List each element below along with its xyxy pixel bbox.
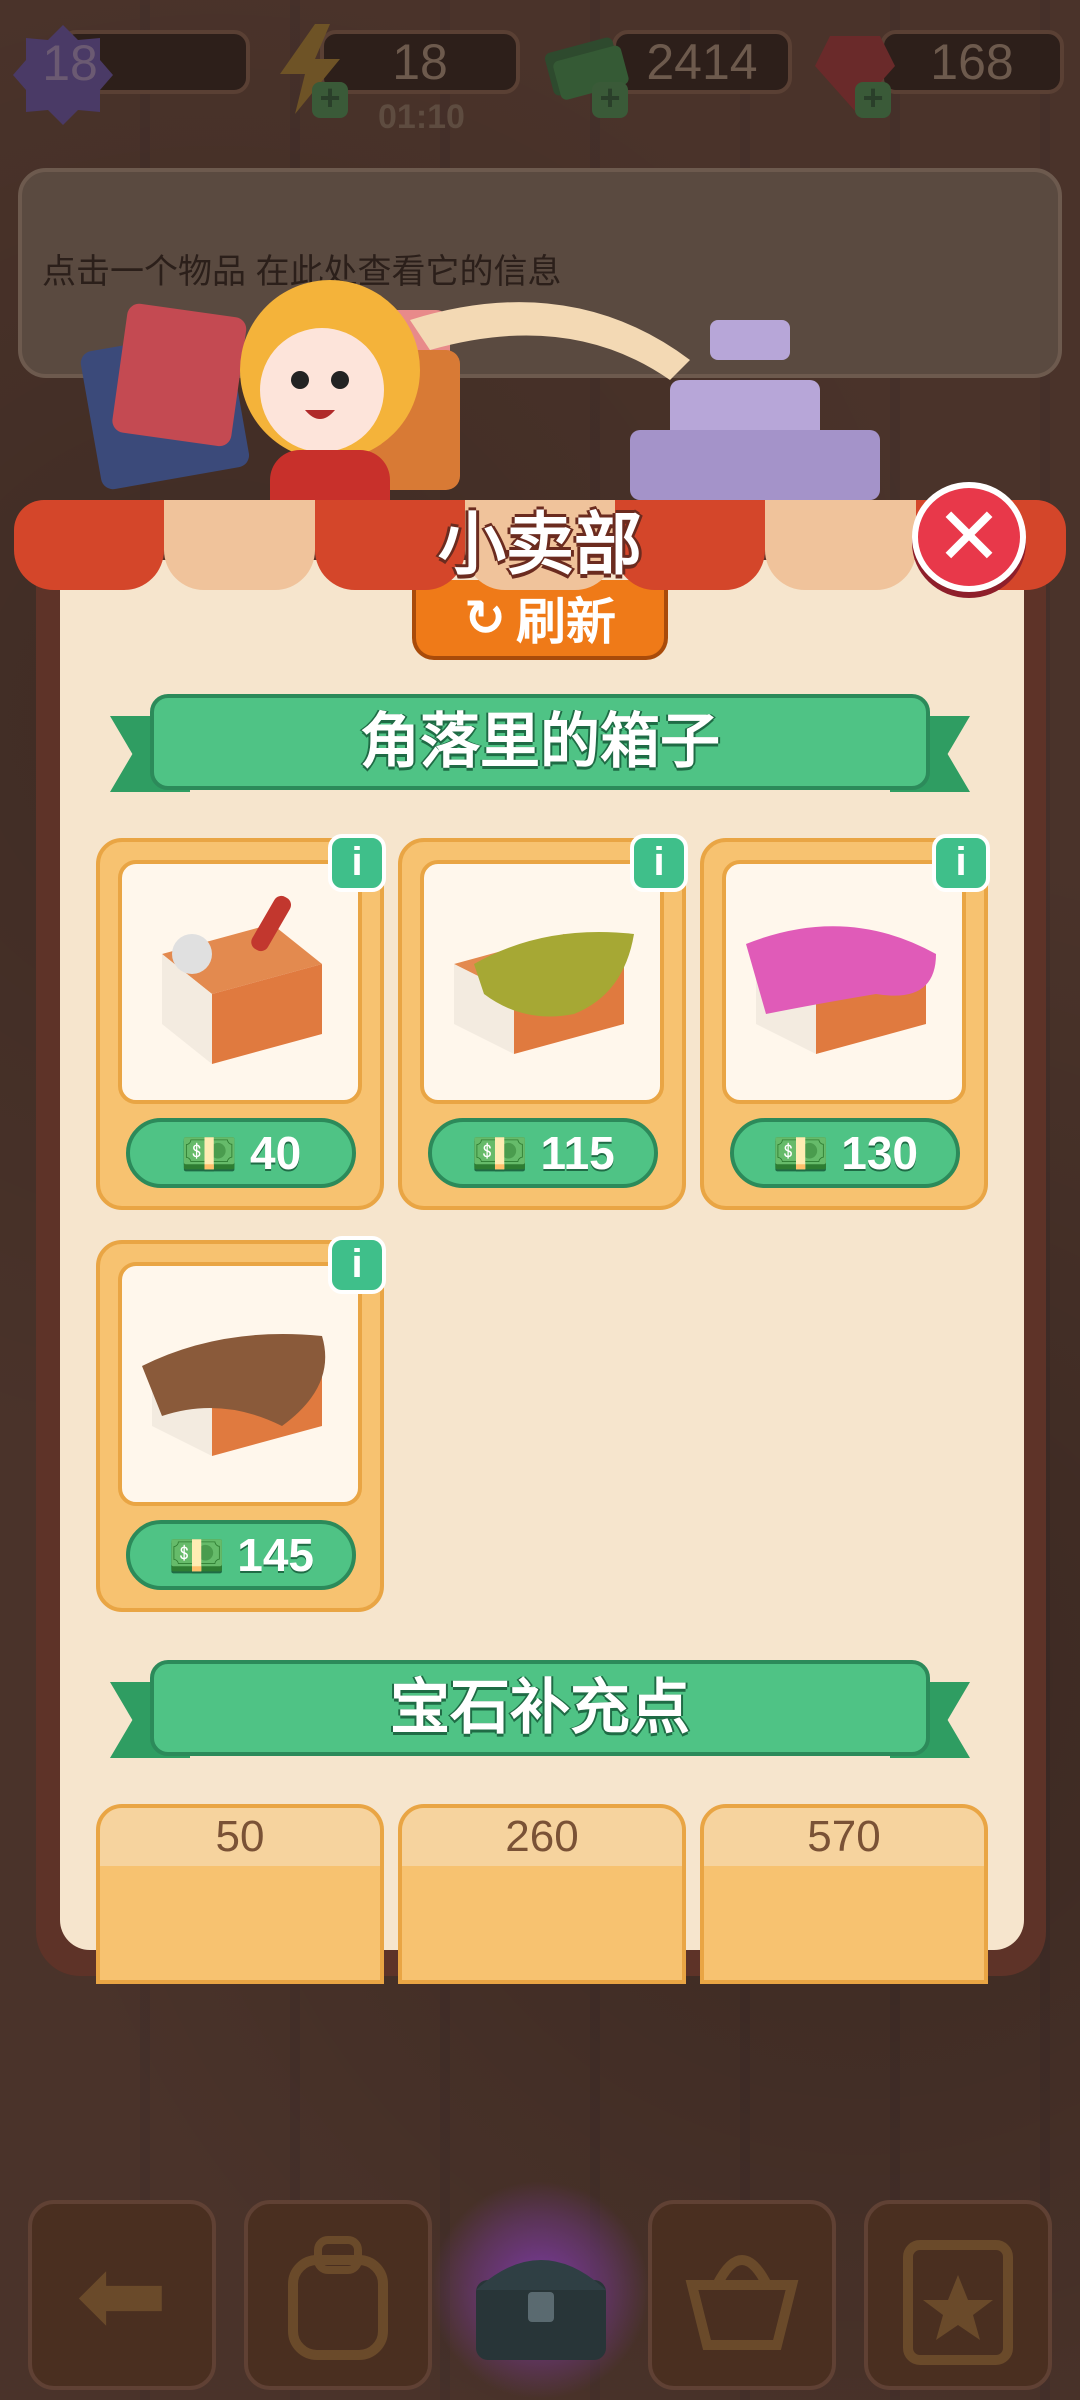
shop-basket-button[interactable]	[648, 2200, 836, 2390]
item-price: 130	[841, 1127, 919, 1179]
back-button[interactable]: ⬅	[28, 2200, 216, 2390]
shop-item-card[interactable]: 💵 145 i	[96, 1236, 386, 1612]
basket-icon	[685, 2255, 799, 2350]
cash-icon: 💵	[471, 1126, 529, 1179]
gem-pack-card[interactable]: 570	[700, 1804, 988, 1984]
refresh-button[interactable]: ↻ 刷新	[412, 580, 668, 660]
gem-pack-amount: 50	[100, 1808, 380, 1866]
shop-item-card[interactable]: 💵 130 i	[700, 834, 990, 1210]
close-icon: ✕	[935, 492, 1003, 581]
pink-cloth-box-icon	[722, 860, 966, 1104]
cash-counter[interactable]: 2414	[612, 30, 792, 94]
item-price-button[interactable]: 💵 40	[126, 1118, 356, 1188]
shopkeeper-illustration	[80, 280, 880, 530]
gem-pack-amount: 260	[402, 1808, 682, 1866]
refresh-icon: ↻	[464, 590, 506, 646]
item-price-button[interactable]: 💵 130	[730, 1118, 960, 1188]
item-price: 115	[540, 1127, 615, 1179]
item-price: 40	[250, 1127, 302, 1179]
item-price: 145	[237, 1529, 315, 1581]
info-icon[interactable]: i	[328, 1236, 386, 1294]
shop-item-card[interactable]: 💵 115 i	[398, 834, 688, 1210]
backpack-icon	[288, 2236, 388, 2360]
gem-pack-card[interactable]: 260	[398, 1804, 686, 1984]
info-icon[interactable]: i	[932, 834, 990, 892]
section-title-boxes: 角落里的箱子	[360, 708, 720, 775]
cash-icon: 💵	[771, 1126, 830, 1179]
treasure-chest-icon[interactable]	[466, 2230, 616, 2375]
section-title-gems: 宝石补充点	[390, 1674, 690, 1741]
shop-item-card[interactable]: 💵 40 i	[96, 834, 386, 1210]
level-number: 18	[42, 35, 98, 91]
bottom-nav: ⬅	[0, 2200, 1080, 2400]
top-hud: 18 18 + 01:10 2414 + 168 +	[0, 20, 1080, 136]
gem-value: 168	[930, 34, 1014, 90]
energy-value: 18	[392, 34, 448, 90]
clipboard-star-icon	[903, 2240, 1013, 2365]
gem-counter[interactable]: 168	[880, 30, 1064, 94]
backpack-button[interactable]	[244, 2200, 432, 2390]
info-icon[interactable]: i	[630, 834, 688, 892]
add-gems-icon[interactable]: +	[855, 80, 891, 118]
gem-pack-card[interactable]: 50	[96, 1804, 384, 1984]
close-button[interactable]: ✕	[912, 482, 1026, 592]
green-cloth-box-icon	[420, 860, 664, 1104]
cash-icon: 💵	[167, 1528, 226, 1581]
arrow-left-icon: ⬅	[75, 2234, 169, 2357]
section-header-boxes: 角落里的箱子	[110, 694, 970, 798]
gem-pack-amount: 570	[704, 1808, 984, 1866]
energy-timer: 01:10	[378, 98, 465, 136]
brown-cloth-box-icon	[118, 1262, 362, 1506]
tasks-button[interactable]	[864, 2200, 1052, 2390]
toolbox-icon	[118, 860, 362, 1104]
item-price-button[interactable]: 💵 145	[126, 1520, 356, 1590]
add-energy-icon[interactable]: +	[312, 80, 348, 118]
cash-value: 2414	[646, 34, 758, 90]
cash-icon: 💵	[180, 1126, 239, 1179]
info-icon[interactable]: i	[328, 834, 386, 892]
add-cash-icon[interactable]: +	[592, 80, 628, 118]
refresh-label: 刷新	[515, 594, 616, 650]
section-header-gems: 宝石补充点	[110, 1660, 970, 1764]
item-price-button[interactable]: 💵 115	[428, 1118, 658, 1188]
